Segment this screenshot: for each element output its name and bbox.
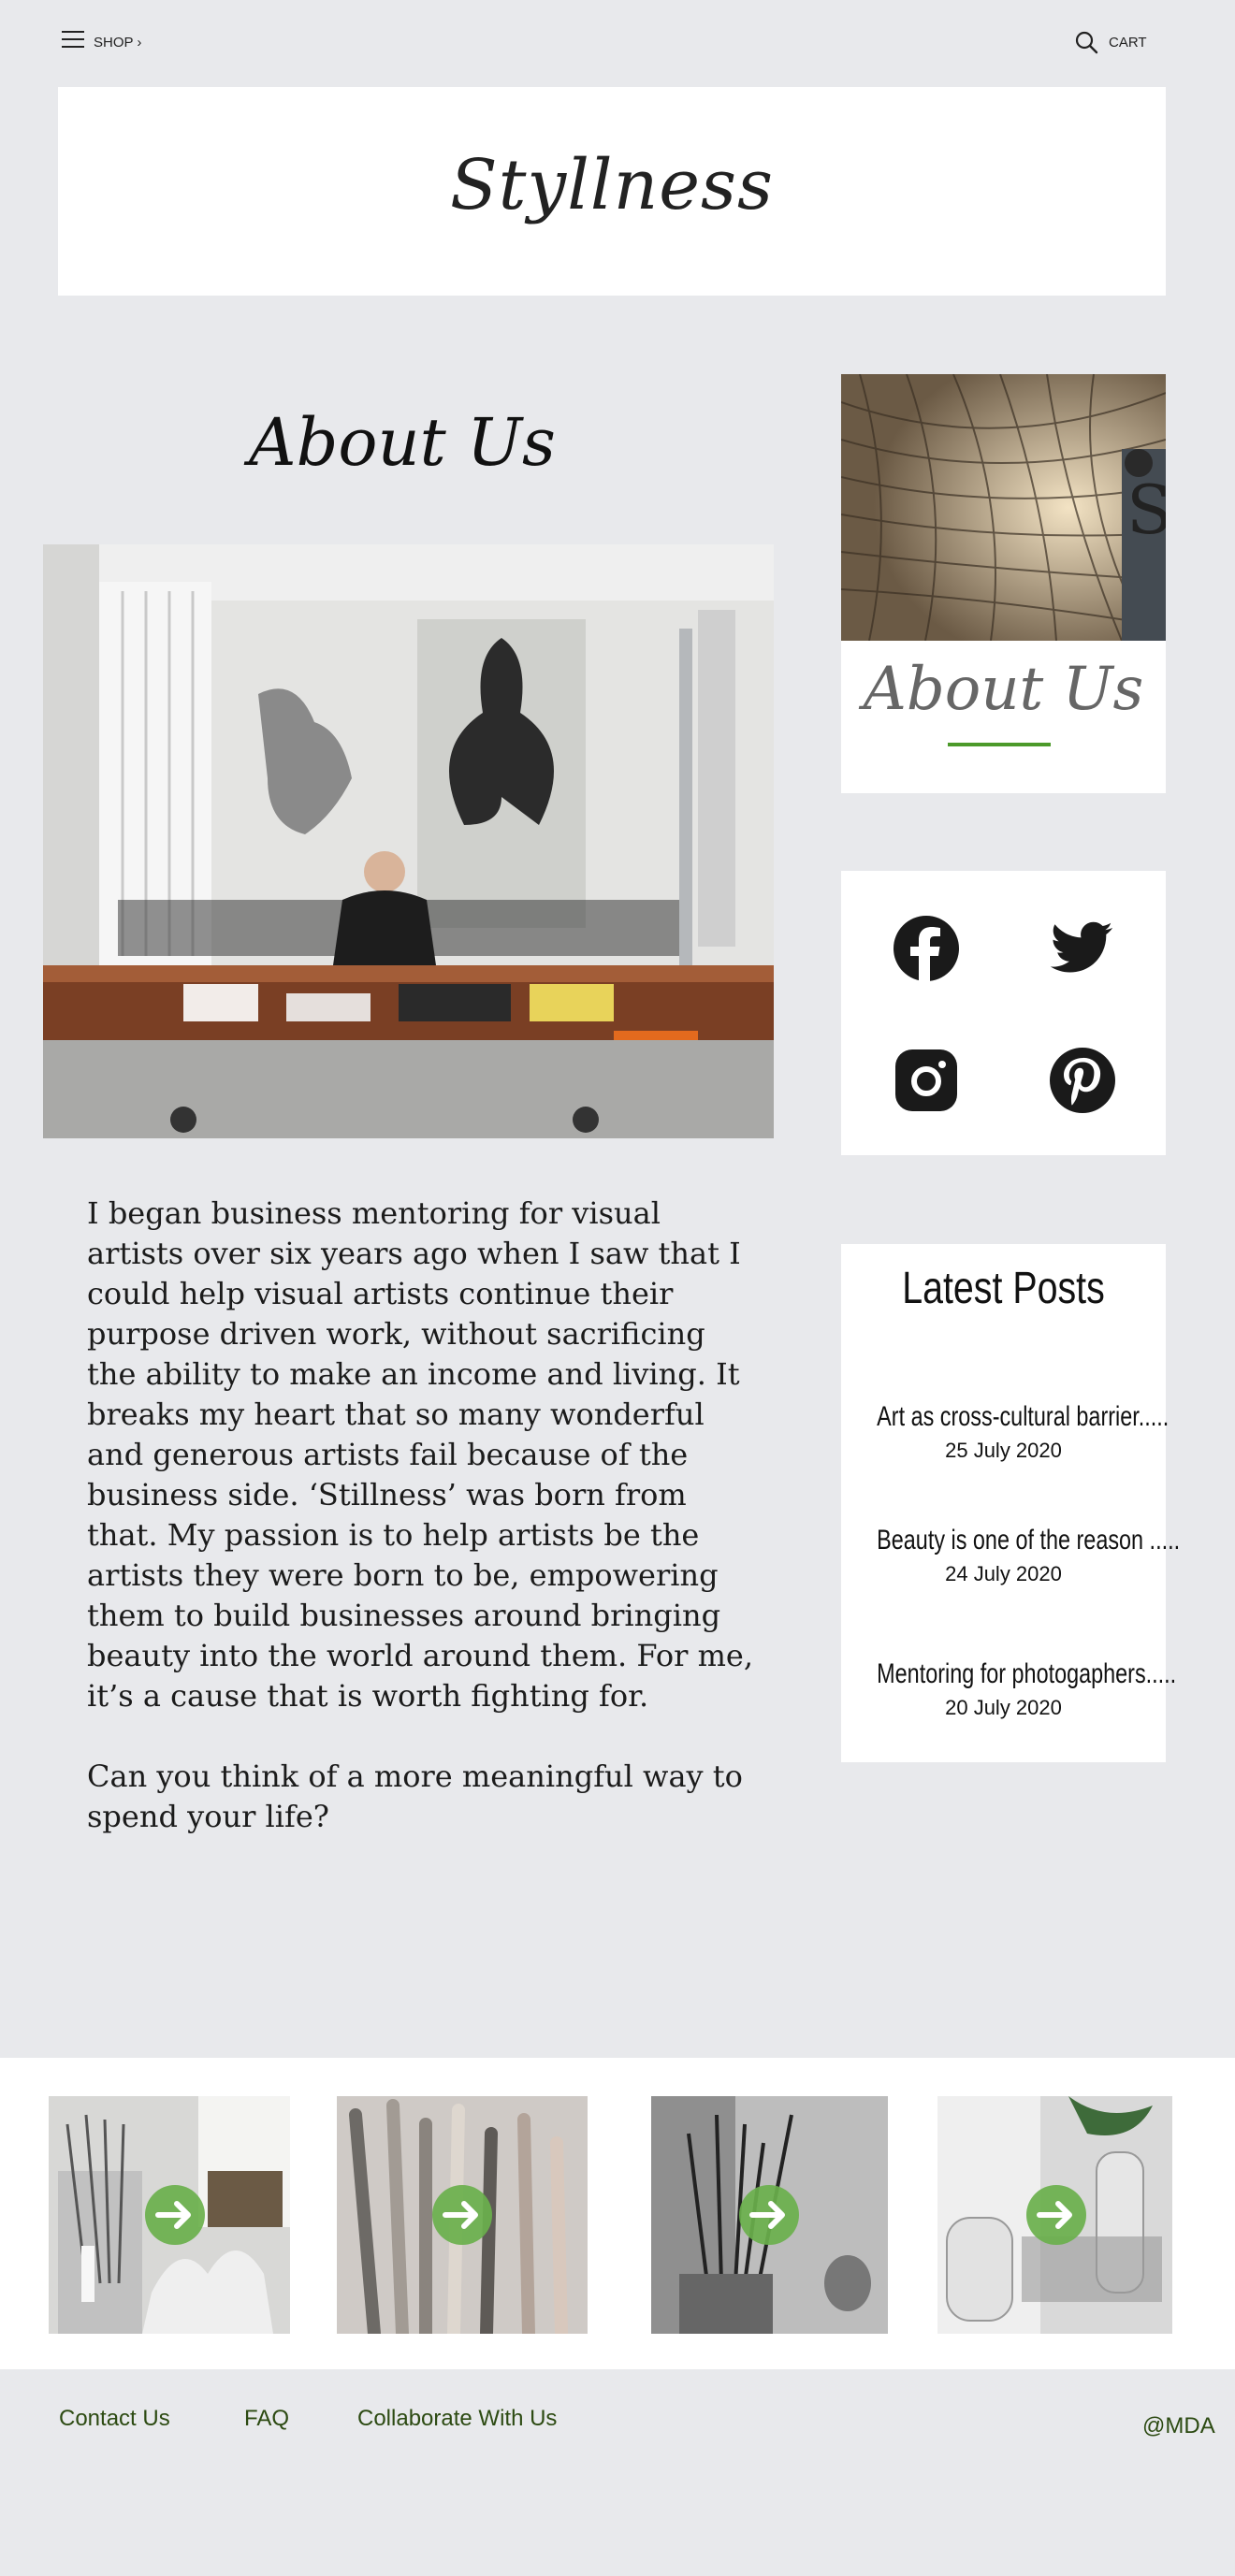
latest-posts-card: Latest Posts Art as cross-cultural barri… [841, 1244, 1180, 1762]
cart-link[interactable]: CART [1109, 35, 1147, 51]
post-item[interactable]: Art as cross-cultural barrier..... 25 Ju… [841, 1401, 1169, 1463]
post-date: 25 July 2020 [945, 1439, 1062, 1462]
about-card-image: S [841, 374, 1166, 641]
latest-posts-title: Latest Posts [902, 1264, 1105, 1313]
post-title[interactable]: Mentoring for photogaphers..... [877, 1658, 1176, 1690]
post-date: 20 July 2020 [945, 1696, 1062, 1719]
post-item[interactable]: Mentoring for photogaphers..... 20 July … [841, 1658, 1176, 1720]
hamburger-menu-icon[interactable] [62, 31, 84, 50]
facebook-icon[interactable] [893, 915, 960, 982]
site-header: Styllness [58, 87, 1166, 296]
twitter-icon[interactable] [1049, 915, 1116, 982]
shop-link[interactable]: SHOP › [94, 35, 141, 51]
footer-link-faq[interactable]: FAQ [244, 2406, 289, 2432]
title-underline [948, 743, 1051, 746]
studio-photo [43, 544, 774, 1138]
social-links-card [841, 871, 1166, 1155]
instagram-icon[interactable] [893, 1047, 960, 1114]
search-icon[interactable] [1074, 30, 1098, 54]
post-item[interactable]: Beauty is one of the reason ..... 24 Jul… [841, 1525, 1180, 1586]
gallery-thumb[interactable] [651, 2096, 888, 2334]
gallery-thumb[interactable] [337, 2096, 588, 2334]
pinterest-icon[interactable] [1049, 1047, 1116, 1114]
about-paragraph: I began business mentoring for visual ar… [87, 1195, 754, 1714]
post-date: 24 July 2020 [945, 1562, 1062, 1585]
footer-link-contact[interactable]: Contact Us [59, 2406, 170, 2432]
about-card-image-letter: S [1126, 470, 1166, 549]
top-bar: SHOP › CART [0, 0, 1235, 84]
about-question: Can you think of a more meaningful way t… [87, 1758, 743, 1834]
about-card[interactable]: S About Us [841, 374, 1166, 793]
footer-link-collaborate[interactable]: Collaborate With Us [357, 2406, 557, 2432]
post-title[interactable]: Beauty is one of the reason ..... [877, 1525, 1180, 1556]
gallery-thumb[interactable] [937, 2096, 1172, 2334]
about-text: I began business mentoring for visual ar… [87, 1194, 761, 1837]
about-card-title[interactable]: About Us [841, 655, 1166, 724]
footer-credit: @MDA [1142, 2413, 1215, 2439]
site-title[interactable]: Styllness [58, 145, 1166, 225]
page-title: About Us [249, 404, 556, 481]
gallery-thumb[interactable] [49, 2096, 290, 2334]
post-title[interactable]: Art as cross-cultural barrier..... [877, 1401, 1169, 1433]
gallery-strip [0, 2058, 1235, 2369]
